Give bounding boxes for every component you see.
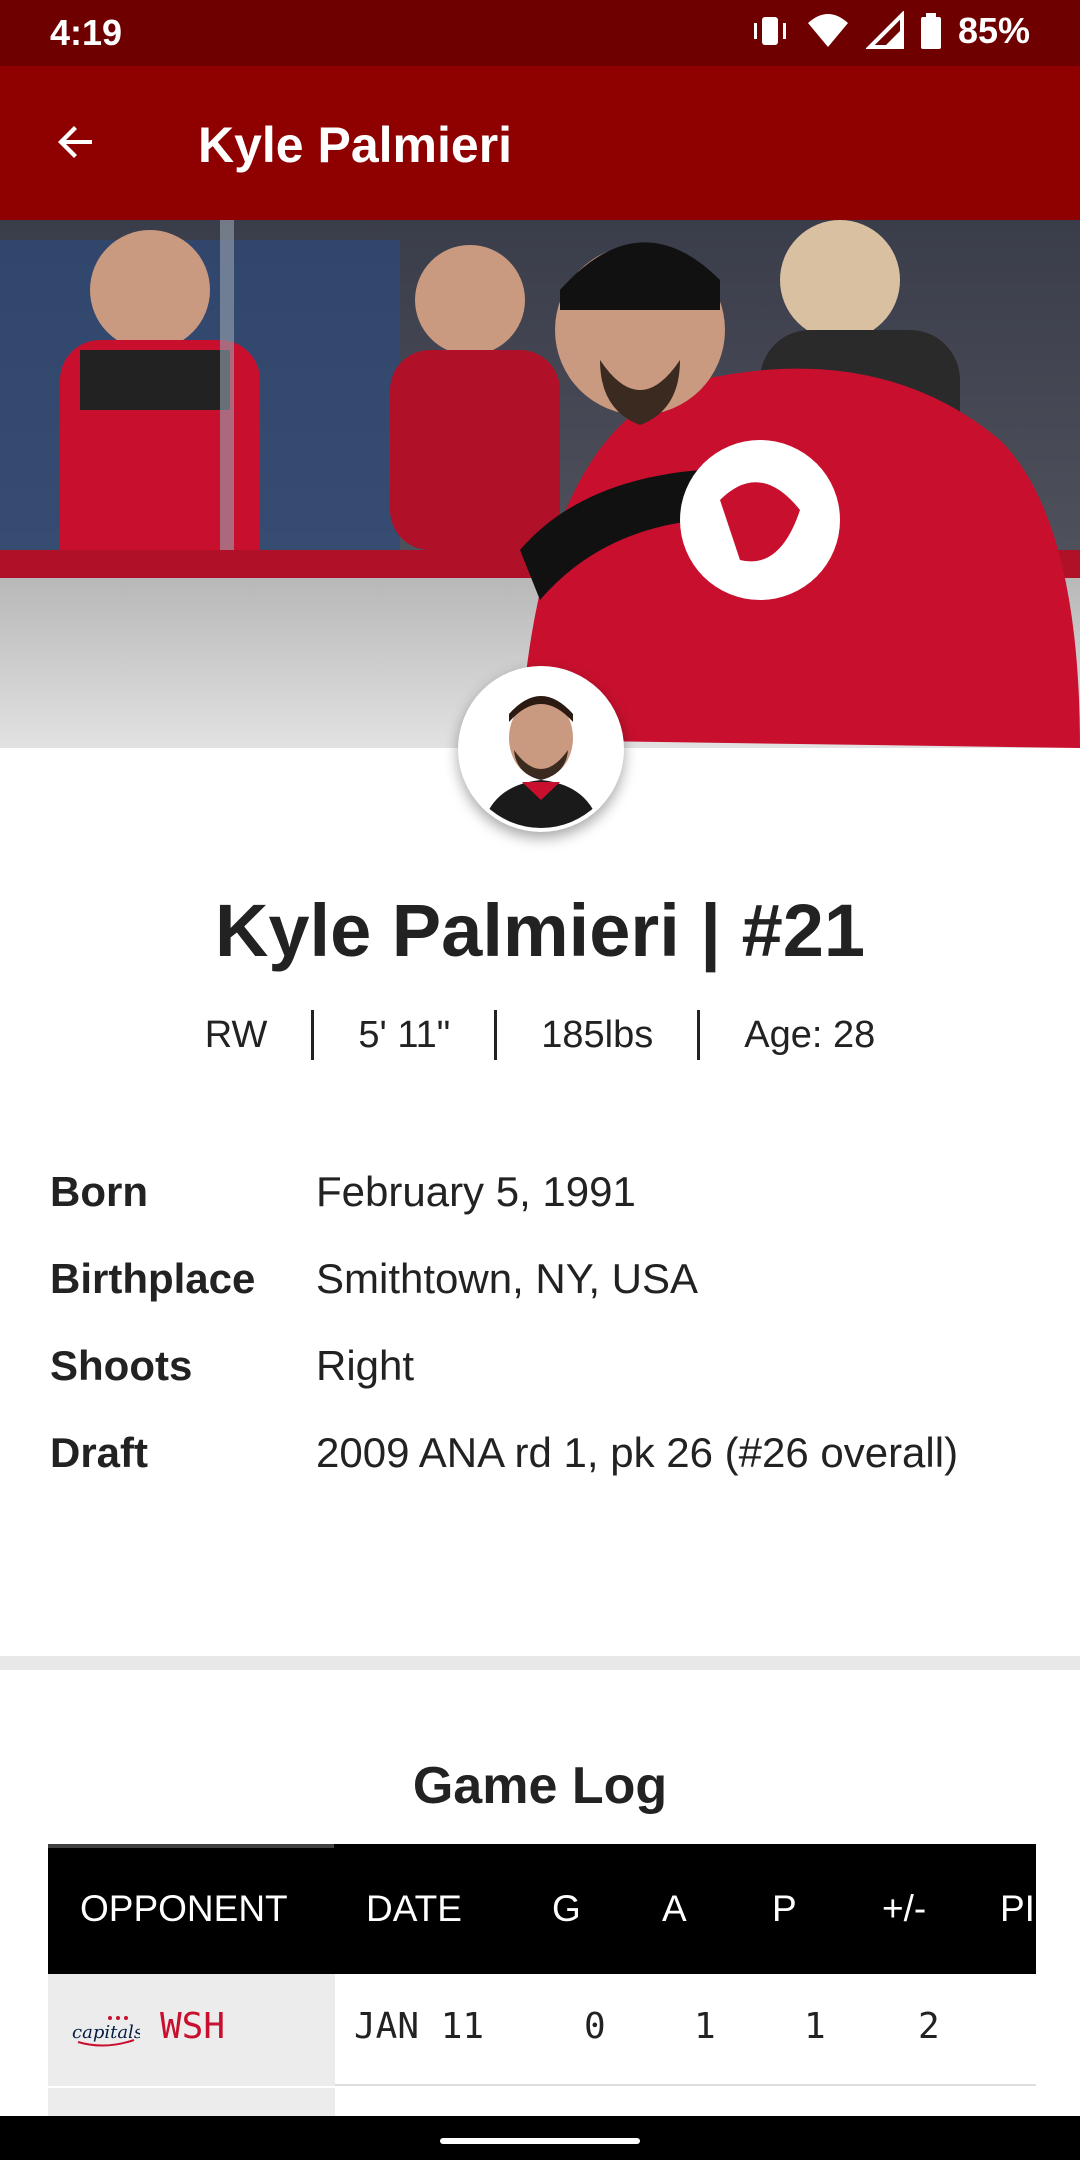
bio-row-draft: Draft 2009 ANA rd 1, pk 26 (#26 overall) [50,1429,1050,1516]
col-g[interactable]: G [552,1844,581,1974]
col-pim[interactable]: PI [1000,1844,1035,1974]
game-log-table[interactable]: OPPONENT DATE G A P +/- PI capitals WSH … [48,1844,1036,2144]
battery-percent: 85% [957,10,1030,51]
bio-key: Draft [50,1429,149,1476]
bio-row-shoots: Shoots Right [50,1342,1050,1429]
bio-value: Smithtown, NY, USA [316,1255,699,1302]
status-bar: 4:19 85% [0,0,1080,66]
cell-p: 1 [804,2006,826,2047]
app-bar: Kyle Palmieri [0,66,1080,220]
opponent-abbrev: WSH [160,2006,226,2047]
opponent-cell: capitals WSH [48,1974,335,2086]
table-row[interactable]: capitals WSH JAN 11 0 1 1 2 [48,1974,1036,2086]
col-plus-minus[interactable]: +/- [882,1844,926,1974]
app-title: Kyle Palmieri [198,117,513,173]
cell-a: 1 [694,2006,716,2047]
bio-key: Shoots [50,1342,193,1389]
col-opponent[interactable]: OPPONENT [80,1844,288,1974]
bio-row-born: Born February 5, 1991 [50,1168,1050,1255]
vital-weight: 185lbs [541,1013,654,1056]
vital-height: 5' 11" [358,1013,451,1056]
game-log-title: Game Log [412,1757,668,1815]
status-icons: 85% [750,10,1030,52]
cell-plus-minus: 2 [918,2006,940,2047]
capitals-logo-icon: capitals [70,2012,143,2053]
player-avatar [458,666,624,832]
arrow-back-icon [52,118,100,171]
bio-row-birthplace: Birthplace Smithtown, NY, USA [50,1255,1050,1342]
bio-value: Right [316,1342,415,1389]
game-log-header: OPPONENT DATE G A P +/- PI [48,1844,1036,1974]
cell-signal-icon [865,11,904,51]
col-p[interactable]: P [772,1844,797,1974]
vital-position: RW [204,1013,268,1056]
player-name-number: Kyle Palmieri | #21 [214,889,866,972]
svg-text:capitals: capitals [72,2022,140,2043]
vital-age: Age: 28 [744,1013,876,1056]
cell-g: 0 [584,2006,606,2047]
bio-value: 2009 ANA rd 1, pk 26 (#26 overall) [316,1429,959,1476]
wifi-icon [806,11,850,51]
bio-value: February 5, 1991 [316,1168,636,1215]
col-date[interactable]: DATE [366,1844,462,1974]
bio-key: Born [50,1168,148,1215]
cell-date: JAN 11 [354,2006,485,2047]
col-a[interactable]: A [662,1844,687,1974]
bio-key: Birthplace [50,1255,256,1302]
status-time: 4:19 [50,12,123,53]
home-gesture-handle[interactable] [440,2138,640,2144]
section-divider [0,1656,1080,1670]
player-bio: Born February 5, 1991 Birthplace Smithto… [50,1168,1050,1516]
back-button[interactable] [38,106,114,182]
vibrate-icon [750,11,790,51]
battery-icon [920,11,942,51]
player-vitals: RW 5' 11" 185lbs Age: 28 [0,1010,1080,1060]
